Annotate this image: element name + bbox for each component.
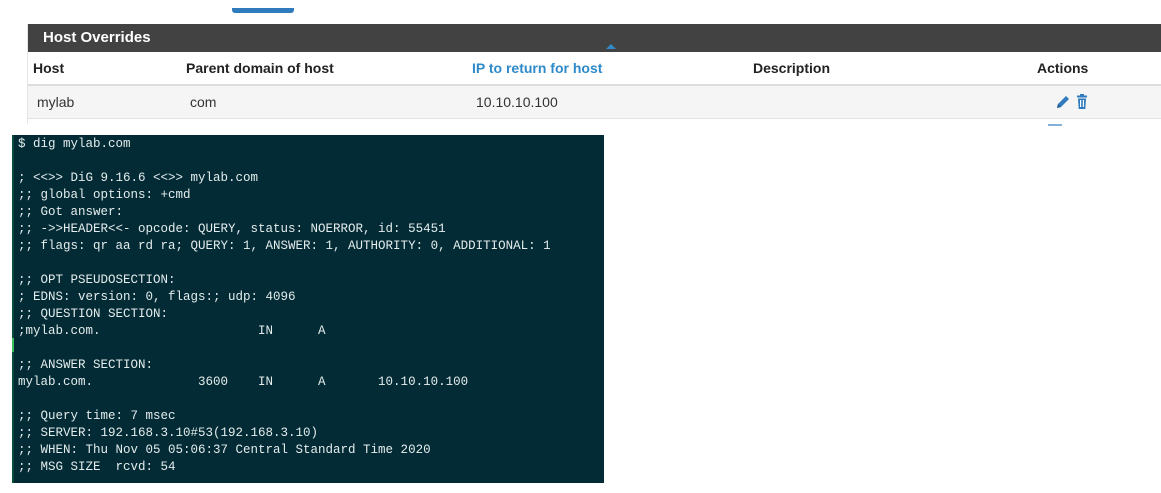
active-tab-indicator bbox=[232, 8, 294, 13]
row-actions bbox=[1041, 94, 1161, 110]
terminal-window: $ dig mylab.com ; <<>> DiG 9.16.6 <<>> m… bbox=[12, 135, 604, 483]
terminal-output: $ dig mylab.com ; <<>> DiG 9.16.6 <<>> m… bbox=[18, 136, 551, 476]
column-header-parent-domain[interactable]: Parent domain of host bbox=[181, 52, 467, 86]
terminal-line: ;; flags: qr aa rd ra; QUERY: 1, ANSWER:… bbox=[18, 239, 551, 253]
cell-actions bbox=[1032, 85, 1161, 119]
cell-description bbox=[748, 85, 1032, 119]
terminal-line: ; EDNS: version: 0, flags:; udp: 4096 bbox=[18, 290, 296, 304]
sort-ascending-icon bbox=[606, 44, 616, 49]
column-header-host[interactable]: Host bbox=[28, 52, 181, 86]
terminal-line: ;; QUESTION SECTION: bbox=[18, 307, 169, 321]
cell-host: mylab bbox=[28, 85, 181, 119]
terminal-line: ;; ANSWER SECTION: bbox=[18, 358, 154, 372]
pencil-icon[interactable] bbox=[1055, 94, 1071, 110]
terminal-line: ;; MSG SIZE rcvd: 54 bbox=[18, 460, 176, 474]
terminal-line: $ dig mylab.com bbox=[18, 137, 131, 151]
top-strip bbox=[0, 0, 1161, 14]
cell-ip: 10.10.10.100 bbox=[467, 85, 748, 119]
host-overrides-panel: Host Overrides Host Parent domain of hos… bbox=[28, 24, 1161, 124]
panel-title: Host Overrides bbox=[28, 24, 1161, 52]
terminal-line: ;; ->>HEADER<<- opcode: QUERY, status: N… bbox=[18, 222, 446, 236]
column-header-description[interactable]: Description bbox=[748, 52, 1032, 86]
table-header-row: Host Parent domain of host IP to return … bbox=[28, 52, 1161, 86]
column-header-actions: Actions bbox=[1032, 52, 1161, 86]
terminal-line: ;; SERVER: 192.168.3.10#53(192.168.3.10) bbox=[18, 426, 319, 440]
terminal-edge bbox=[12, 135, 14, 483]
terminal-line: ;; Query time: 7 msec bbox=[18, 409, 176, 423]
table-row: mylab com 10.10.10.100 bbox=[28, 85, 1161, 119]
terminal-line: ;; global options: +cmd bbox=[18, 188, 191, 202]
terminal-line: ;mylab.com. IN A bbox=[18, 324, 326, 338]
host-overrides-table: Host Parent domain of host IP to return … bbox=[28, 52, 1161, 119]
terminal-line: ;; OPT PSEUDOSECTION: bbox=[18, 273, 176, 287]
column-header-ip[interactable]: IP to return for host bbox=[467, 52, 748, 86]
terminal-line: ;; Got answer: bbox=[18, 205, 124, 219]
terminal-marker bbox=[12, 338, 14, 352]
terminal-line: ; <<>> DiG 9.16.6 <<>> mylab.com bbox=[18, 171, 259, 185]
terminal-line: ;; WHEN: Thu Nov 05 05:06:37 Central Sta… bbox=[18, 443, 431, 457]
terminal-line: mylab.com. 3600 IN A 10.10.10.100 bbox=[18, 375, 469, 389]
trash-icon[interactable] bbox=[1074, 94, 1090, 110]
next-row-edge bbox=[1048, 124, 1062, 129]
cell-parent-domain: com bbox=[181, 85, 467, 119]
column-header-ip-label: IP to return for host bbox=[472, 60, 603, 76]
